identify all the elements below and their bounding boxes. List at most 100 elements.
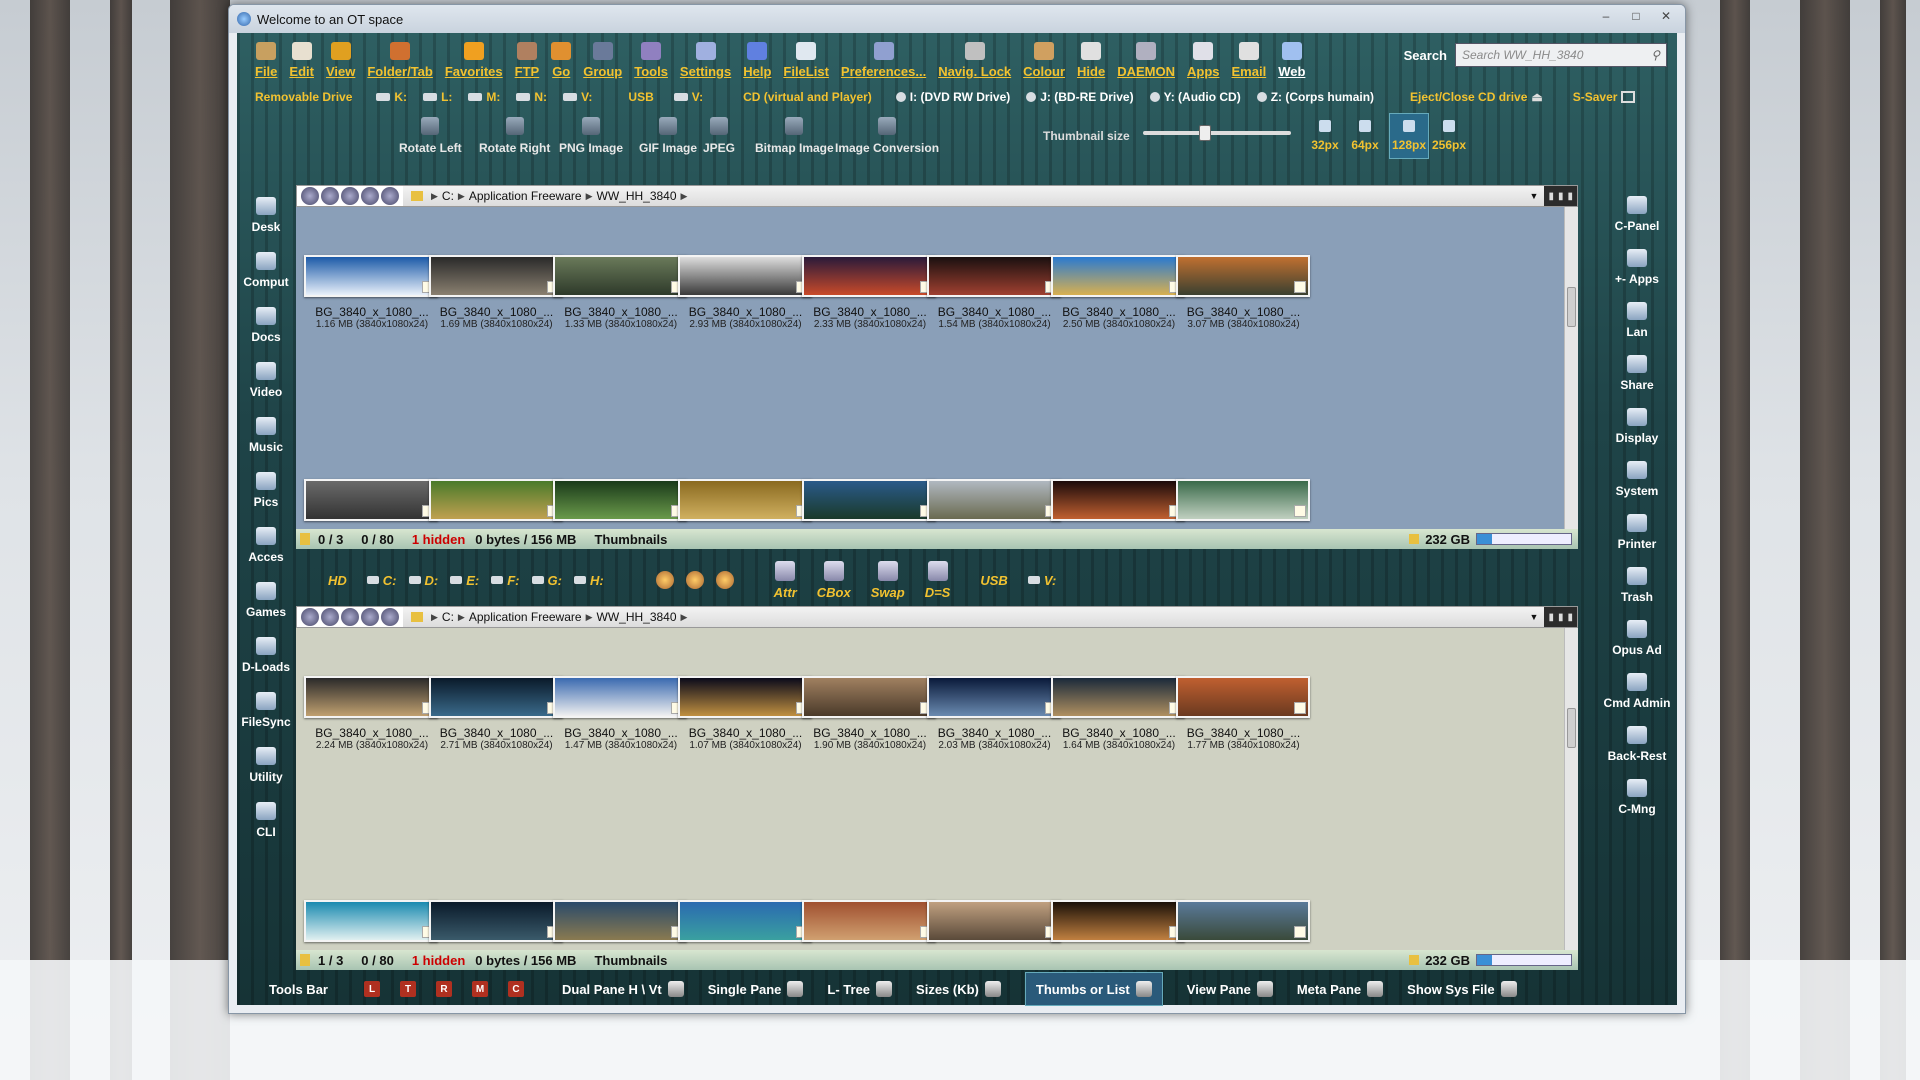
layout-button-t[interactable]: T xyxy=(400,981,416,997)
pane-tool-swap[interactable]: Swap xyxy=(871,560,905,600)
sidebar-item-games[interactable]: Games xyxy=(246,573,286,628)
path-bar[interactable]: ▶ C: ▶ Application Freeware ▶ WW_HH_3840 ▶ ▼ ▮ ▮ ▮ xyxy=(296,606,1578,628)
thumb-size-32px[interactable]: 32px xyxy=(1305,113,1345,159)
breadcrumb-item[interactable]: Application Freeware xyxy=(465,189,586,203)
sidebar-item-comput[interactable]: Comput xyxy=(243,243,289,298)
toolbar-settings[interactable]: Settings xyxy=(674,33,737,79)
chevron-down-icon[interactable]: ▼ xyxy=(1530,191,1539,201)
up-icon[interactable] xyxy=(361,608,379,626)
hd-drive-button[interactable]: H: xyxy=(573,573,604,588)
thumbnail-item[interactable] xyxy=(1175,900,1312,942)
sidebar-item-system[interactable]: System xyxy=(1616,453,1658,506)
pane-tool-cbox[interactable]: CBox xyxy=(817,560,851,600)
breadcrumb-item[interactable]: WW_HH_3840 xyxy=(593,610,681,624)
thumbnail-item[interactable]: BG_3840_x_1080_... 1.90 MB (3840x1080x24) xyxy=(802,676,938,751)
sidebar-item-opus-ad[interactable]: Opus Ad xyxy=(1612,612,1662,665)
image-tool-gif-image[interactable]: GIF Image xyxy=(639,117,697,155)
hd-drive-button[interactable]: F: xyxy=(491,573,520,588)
thumbnail-item[interactable] xyxy=(1051,479,1187,521)
home-icon[interactable] xyxy=(381,608,399,626)
close-button[interactable]: ✕ xyxy=(1653,7,1679,25)
hd-drive-button[interactable]: E: xyxy=(450,573,479,588)
toolbar-ftp[interactable]: FTP xyxy=(509,33,546,79)
drive-button[interactable]: V: xyxy=(563,90,592,104)
breadcrumb-item[interactable]: C: xyxy=(438,189,458,203)
globe-icon[interactable] xyxy=(715,571,734,589)
thumbnail-item[interactable] xyxy=(428,479,565,521)
chevron-down-icon[interactable]: ▼ xyxy=(1530,612,1539,622)
sidebar-item-cli[interactable]: CLI xyxy=(256,793,276,848)
thumbnail-item[interactable] xyxy=(926,479,1063,521)
toolbar-group[interactable]: Group xyxy=(577,33,628,79)
stop-icon[interactable] xyxy=(301,187,319,205)
thumbnail-item[interactable]: BG_3840_x_1080_... 1.69 MB (3840x1080x24) xyxy=(428,255,565,330)
toolbar-preferences[interactable]: Preferences... xyxy=(835,33,932,79)
sidebar-item-utility[interactable]: Utility xyxy=(249,738,283,793)
screensaver-button[interactable]: S-Saver xyxy=(1573,90,1636,104)
toolbar-web[interactable]: Web xyxy=(1272,33,1311,79)
scrollbar-thumb[interactable] xyxy=(1567,287,1576,327)
sidebar-item-acces[interactable]: Acces xyxy=(248,518,284,573)
toolbar-colour[interactable]: Colour xyxy=(1017,33,1071,79)
sidebar-item-display[interactable]: Display xyxy=(1616,400,1658,453)
optical-drive-button[interactable]: Y: (Audio CD) xyxy=(1149,90,1241,104)
thumbnail-item[interactable]: BG_3840_x_1080_... 2.50 MB (3840x1080x24) xyxy=(1051,255,1187,330)
file-list[interactable]: BG_3840_x_1080_... 2.24 MB (3840x1080x24)… xyxy=(296,628,1578,950)
vertical-scrollbar[interactable] xyxy=(1564,207,1578,529)
thumbnail-item[interactable]: BG_3840_x_1080_... 2.33 MB (3840x1080x24) xyxy=(802,255,938,330)
back-icon[interactable] xyxy=(321,187,339,205)
thumbnail-item[interactable]: BG_3840_x_1080_... 1.47 MB (3840x1080x24) xyxy=(553,676,689,751)
vertical-scrollbar[interactable] xyxy=(1564,628,1578,950)
split-icon[interactable]: ▮ xyxy=(1567,612,1573,623)
toolbar-hide[interactable]: Hide xyxy=(1071,33,1111,79)
path-bar[interactable]: ▶ C: ▶ Application Freeware ▶ WW_HH_3840 ▶ ▼ ▮ ▮ ▮ xyxy=(296,185,1578,207)
sidebar-item-apps[interactable]: +- Apps xyxy=(1615,241,1659,294)
maximize-button[interactable]: □ xyxy=(1623,7,1649,25)
image-tool-image-conversion[interactable]: Image Conversion xyxy=(835,117,939,155)
pane-tool-d-s[interactable]: D=S xyxy=(925,560,950,600)
thumbnail-item[interactable]: BG_3840_x_1080_... 1.77 MB (3840x1080x24) xyxy=(1175,676,1312,751)
toolbar-tools[interactable]: Tools xyxy=(628,33,674,79)
thumbnail-item[interactable]: BG_3840_x_1080_... 1.64 MB (3840x1080x24) xyxy=(1051,676,1187,751)
toolbar-go[interactable]: Go xyxy=(545,33,577,79)
sizes-button[interactable]: Sizes (Kb) xyxy=(916,981,1001,997)
show-sys-file-button[interactable]: Show Sys File xyxy=(1407,981,1517,997)
optical-drive-button[interactable]: Z: (Corps humain) xyxy=(1256,90,1374,104)
toolbar-folder-tab[interactable]: Folder/Tab xyxy=(361,33,438,79)
title-bar[interactable]: Welcome to an OT space – □ ✕ xyxy=(229,5,1685,33)
swap-icon[interactable]: ▮ xyxy=(1558,191,1564,202)
sidebar-item-pics[interactable]: Pics xyxy=(254,463,278,518)
breadcrumb-item[interactable]: WW_HH_3840 xyxy=(593,189,681,203)
swap-icon[interactable]: ▮ xyxy=(1558,612,1564,623)
sidebar-item-desk[interactable]: Desk xyxy=(252,188,280,243)
breadcrumb-item[interactable]: C: xyxy=(438,610,458,624)
hd-drive-button[interactable]: D: xyxy=(408,573,438,588)
drive-button[interactable]: M: xyxy=(468,90,500,104)
usb-drive-button[interactable]: V: xyxy=(1027,573,1056,588)
toolbar-navig-lock[interactable]: Navig. Lock xyxy=(932,33,1017,79)
image-tool-png-image[interactable]: PNG Image xyxy=(559,117,623,155)
drive-button[interactable]: K: xyxy=(376,90,407,104)
search-input[interactable]: Search WW_HH_3840 ⚲ xyxy=(1455,43,1667,67)
thumbnail-item[interactable]: BG_3840_x_1080_... 2.93 MB (3840x1080x24) xyxy=(677,255,814,330)
thumbnail-item[interactable] xyxy=(1051,900,1187,942)
thumbnail-item[interactable] xyxy=(802,900,938,942)
thumbnail-item[interactable] xyxy=(926,900,1063,942)
sidebar-item-filesync[interactable]: FileSync xyxy=(241,683,291,738)
thumbs-list-button[interactable]: Thumbs or List xyxy=(1024,972,1163,1006)
pane-tool-attr[interactable]: Attr xyxy=(774,560,797,600)
toolbar-email[interactable]: Email xyxy=(1226,33,1273,79)
thumb-size-256px[interactable]: 256px xyxy=(1429,113,1469,159)
sidebar-item-cmd-admin[interactable]: Cmd Admin xyxy=(1604,665,1670,718)
thumbnail-item[interactable]: BG_3840_x_1080_... 1.16 MB (3840x1080x24) xyxy=(304,255,440,330)
split-icon[interactable]: ▮ xyxy=(1567,191,1573,202)
forward-icon[interactable] xyxy=(341,608,359,626)
sidebar-item-share[interactable]: Share xyxy=(1620,347,1654,400)
scrollbar-thumb[interactable] xyxy=(1567,708,1576,748)
sidebar-item-c-panel[interactable]: C-Panel xyxy=(1615,188,1659,241)
thumbnail-item[interactable]: BG_3840_x_1080_... 2.71 MB (3840x1080x24) xyxy=(428,676,565,751)
drive-button[interactable]: N: xyxy=(516,90,547,104)
search-icon[interactable]: ⚲ xyxy=(1651,48,1660,62)
back-icon[interactable] xyxy=(321,608,339,626)
stop-icon[interactable] xyxy=(301,608,319,626)
